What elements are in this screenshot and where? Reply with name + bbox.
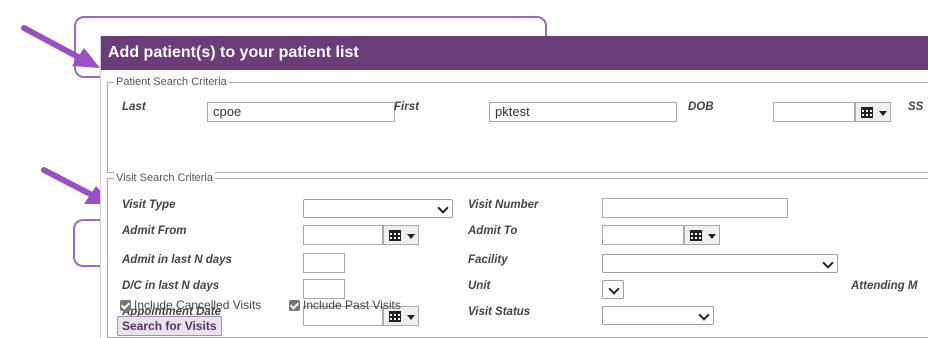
dob-label: DOB [688, 101, 714, 113]
admit-to-input[interactable] [602, 225, 684, 245]
add-patient-dialog: Add patient(s) to your patient list Pati… [100, 36, 928, 338]
dc-n-days-label: D/C in last N days [122, 280, 220, 292]
visit-type-select[interactable] [303, 199, 453, 218]
include-cancelled-checkbox[interactable] [120, 300, 131, 311]
visit-type-label: Visit Type [122, 199, 176, 211]
admit-from-calendar-button[interactable] [383, 225, 419, 245]
chevron-down-icon [708, 234, 716, 239]
unit-label: Unit [468, 280, 491, 292]
chevron-down-icon [822, 257, 834, 269]
admit-from-label: Admit From [122, 225, 187, 237]
ssn-label: SS [908, 101, 924, 113]
admit-from-input[interactable] [303, 225, 383, 245]
facility-select[interactable] [602, 254, 838, 273]
patient-search-legend: Patient Search Criteria [114, 75, 229, 89]
admit-n-days-input[interactable] [303, 253, 345, 273]
arrow-pointer-icon [21, 25, 100, 68]
visit-search-group: Visit Search Criteria Visit Type Visit N… [107, 171, 928, 338]
admit-to-calendar-button[interactable] [684, 225, 720, 245]
chevron-down-icon [879, 111, 887, 116]
visit-search-legend: Visit Search Criteria [114, 171, 215, 185]
last-name-input[interactable]: cpoe [207, 102, 395, 122]
include-cancelled-label: Include Cancelled Visits [134, 298, 262, 312]
patient-search-group: Patient Search Criteria Last cpoe First … [107, 75, 928, 173]
calendar-icon [389, 311, 401, 322]
search-for-visits-button[interactable]: Search for Visits [117, 316, 222, 336]
visit-number-input[interactable] [602, 198, 788, 218]
chevron-down-icon [437, 202, 449, 214]
chevron-down-icon [407, 315, 415, 320]
calendar-icon [690, 230, 702, 241]
first-name-label: First [394, 101, 419, 113]
calendar-icon [389, 230, 401, 241]
chevron-down-icon [608, 283, 620, 295]
include-past-checkbox[interactable] [289, 300, 300, 311]
last-name-label: Last [122, 101, 146, 113]
visit-status-select[interactable] [602, 306, 714, 325]
dob-calendar-button[interactable] [855, 102, 891, 122]
include-past-label: Include Past Visits [303, 298, 401, 312]
admit-to-label: Admit To [468, 225, 518, 237]
calendar-icon [861, 107, 873, 118]
dialog-title: Add patient(s) to your patient list [101, 36, 928, 70]
visit-status-label: Visit Status [468, 306, 531, 318]
first-name-input[interactable]: pktest [489, 102, 677, 122]
attending-label: Attending M [851, 280, 918, 292]
visit-number-label: Visit Number [468, 199, 539, 211]
chevron-down-icon [698, 309, 710, 321]
unit-select[interactable] [602, 280, 624, 299]
admit-n-days-label: Admit in last N days [122, 254, 232, 266]
dob-input[interactable] [773, 102, 855, 122]
chevron-down-icon [407, 234, 415, 239]
dc-n-days-input[interactable] [303, 279, 345, 299]
facility-label: Facility [468, 254, 508, 266]
